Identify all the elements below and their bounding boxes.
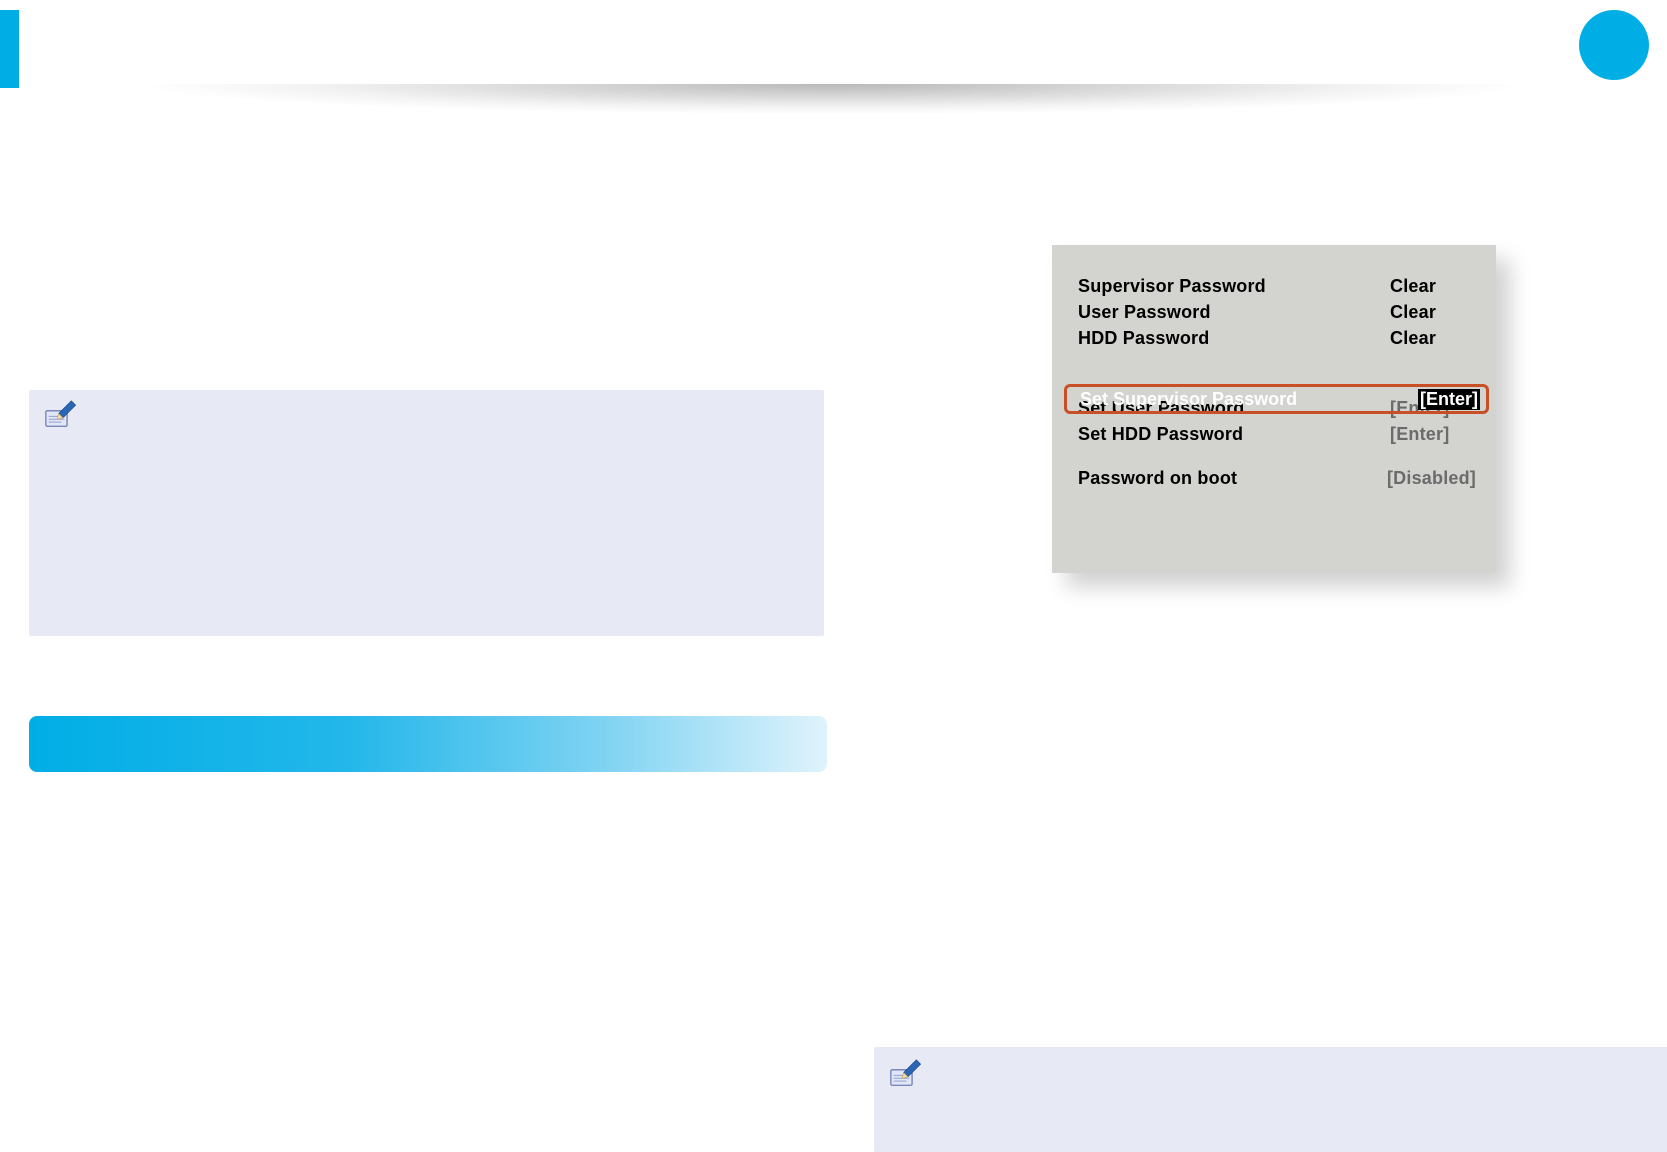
spacer [1078,447,1476,465]
bios-value: [Disabled] [1387,468,1476,489]
bios-value: Clear [1390,328,1476,349]
section-bar [29,716,827,772]
top-shadow [0,84,1667,122]
bios-row-hdd-password: HDD Password Clear [1078,325,1476,351]
manual-page: Supervisor Password Clear User Password … [0,0,1667,1152]
bios-row-supervisor-password: Supervisor Password Clear [1078,273,1476,299]
bios-highlight-label: Set Supervisor Password [1080,389,1297,410]
bios-row-set-hdd[interactable]: Set HDD Password [Enter] [1078,421,1476,447]
page-circle [1579,10,1649,80]
spacer [1078,351,1476,369]
bios-row-user-password: User Password Clear [1078,299,1476,325]
bios-highlight-value: [Enter] [1418,389,1480,410]
bios-highlight-row[interactable]: Set Supervisor Password [Enter] [1080,387,1480,411]
bios-value: Clear [1390,302,1476,323]
note-box-left [29,390,824,636]
bios-value: [Enter] [1390,424,1476,445]
bios-row-password-on-boot[interactable]: Password on boot [Disabled] [1078,465,1476,491]
side-tab [0,10,19,88]
bios-label: HDD Password [1078,328,1209,349]
bios-label: User Password [1078,302,1211,323]
bios-label: Supervisor Password [1078,276,1266,297]
bios-label: Set HDD Password [1078,424,1243,445]
bios-value: Clear [1390,276,1476,297]
note-box-right [874,1047,1667,1152]
note-icon [888,1057,922,1096]
bios-label: Password on boot [1078,468,1237,489]
note-icon [43,398,77,437]
